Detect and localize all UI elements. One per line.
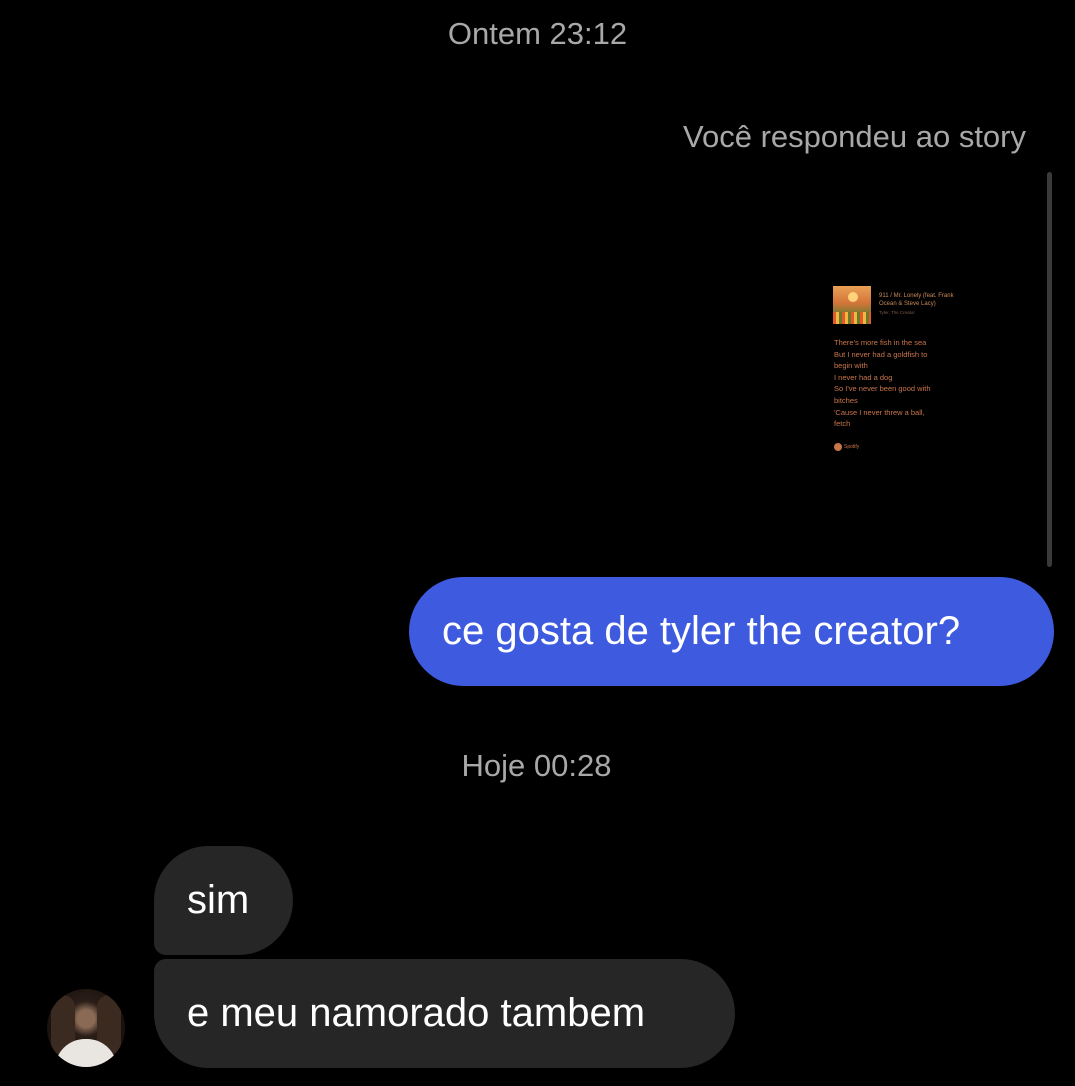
album-sun	[848, 292, 858, 302]
reply-indicator-bar	[1047, 172, 1052, 567]
story-reply-label: Você respondeu ao story	[683, 119, 1026, 154]
song-lyrics: There's more fish in the sea But I never…	[834, 338, 931, 429]
song-title: 911 / Mr. Lonely (feat. Frank Ocean & St…	[879, 293, 954, 307]
album-cover-image	[833, 286, 871, 324]
spotify-icon	[834, 443, 842, 451]
spotify-brand: Spotify	[834, 442, 859, 452]
incoming-message[interactable]: e meu namorado tambem	[154, 959, 735, 1068]
incoming-message[interactable]: sim	[154, 846, 293, 955]
song-artist: Tyler, The Creator	[879, 310, 915, 315]
timestamp: Hoje 00:28	[461, 748, 612, 783]
message-text: ce gosta de tyler the creator?	[442, 609, 961, 653]
album-flowers	[833, 312, 871, 324]
sender-avatar[interactable]	[47, 989, 125, 1067]
message-text: sim	[187, 878, 250, 922]
spotify-label: Spotify	[844, 444, 860, 450]
timestamp: Ontem 23:12	[447, 16, 628, 51]
message-text: e meu namorado tambem	[187, 991, 646, 1035]
story-preview[interactable]: 911 / Mr. Lonely (feat. Frank Ocean & St…	[823, 278, 973, 458]
outgoing-message[interactable]: ce gosta de tyler the creator?	[409, 577, 1054, 686]
